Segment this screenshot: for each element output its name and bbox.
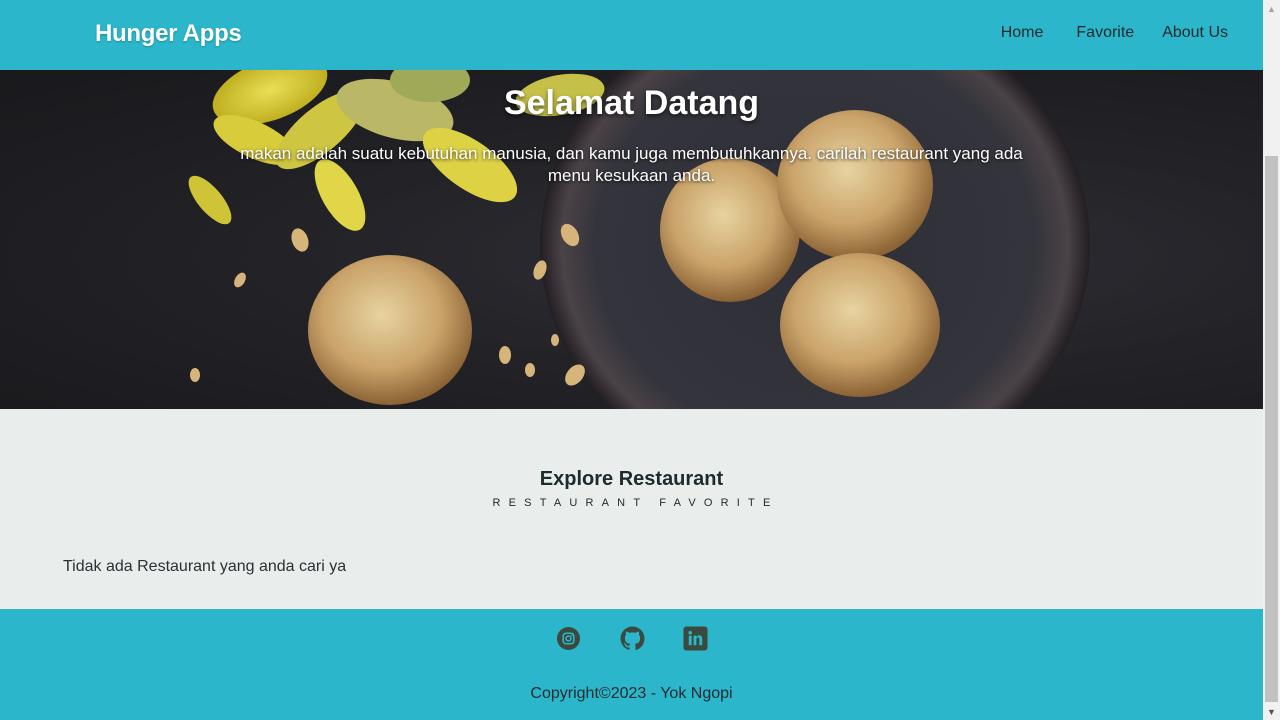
vertical-scrollbar[interactable]: ▲ ▼ — [1263, 0, 1280, 720]
scrollbar-thumb[interactable] — [1265, 156, 1278, 702]
hero-section: Selamat Datang makan adalah suatu kebutu… — [0, 70, 1263, 409]
linkedin-icon[interactable] — [682, 625, 708, 651]
scroll-up-arrow-icon[interactable]: ▲ — [1263, 0, 1280, 17]
brand-logo[interactable]: Hunger Apps — [95, 20, 242, 48]
hero-title: Selamat Datang — [503, 84, 760, 122]
explore-subtitle: RESTAURANT FAVORITE — [492, 497, 779, 509]
copyright-text: Copyright©2023 - Yok Ngopi — [530, 685, 733, 702]
empty-result-message: Tidak ada Restaurant yang anda cari ya — [63, 558, 347, 575]
page: Hunger Apps Home Favorite About Us Selam… — [0, 0, 1263, 720]
nav-home-link[interactable]: Home — [1001, 22, 1044, 44]
explore-title: Explore Restaurant — [539, 468, 724, 490]
nav-favorite-link[interactable]: Favorite — [1076, 22, 1134, 44]
hero-description: makan adalah suatu kebutuhan manusia, da… — [240, 144, 1023, 185]
instagram-icon[interactable] — [555, 625, 581, 651]
app-footer: Copyright©2023 - Yok Ngopi — [0, 609, 1263, 720]
main-nav: Home Favorite About Us — [1001, 22, 1228, 44]
scroll-down-arrow-icon[interactable]: ▼ — [1263, 703, 1280, 720]
app-header: Hunger Apps Home Favorite About Us — [0, 0, 1263, 70]
explore-section: Explore Restaurant RESTAURANT FAVORITE T… — [0, 409, 1263, 609]
github-icon[interactable] — [619, 625, 645, 651]
nav-about-link[interactable]: About Us — [1162, 22, 1228, 44]
social-links — [555, 625, 715, 651]
